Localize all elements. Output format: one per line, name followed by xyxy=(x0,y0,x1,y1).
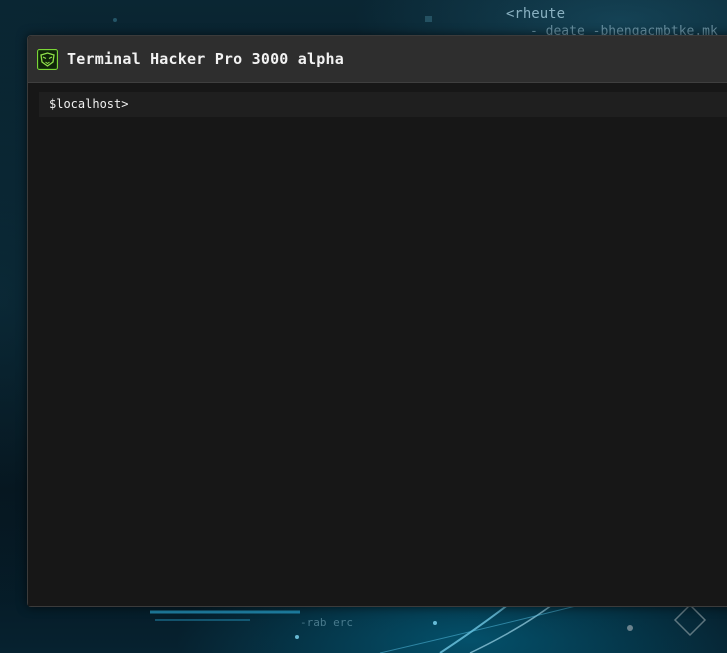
background-code-text: <rheute xyxy=(506,6,566,22)
terminal-body[interactable]: $localhost> xyxy=(28,83,727,606)
terminal-command-input[interactable] xyxy=(141,95,701,113)
hacker-mask-icon xyxy=(37,49,58,70)
terminal-window: Terminal Hacker Pro 3000 alpha $localhos… xyxy=(27,35,727,607)
terminal-prompt: $localhost> xyxy=(49,97,129,111)
window-titlebar[interactable]: Terminal Hacker Pro 3000 alpha xyxy=(28,36,727,83)
background-code-text: -rab erc xyxy=(300,616,353,629)
terminal-prompt-line[interactable]: $localhost> xyxy=(39,92,727,117)
window-title: Terminal Hacker Pro 3000 alpha xyxy=(67,50,344,68)
